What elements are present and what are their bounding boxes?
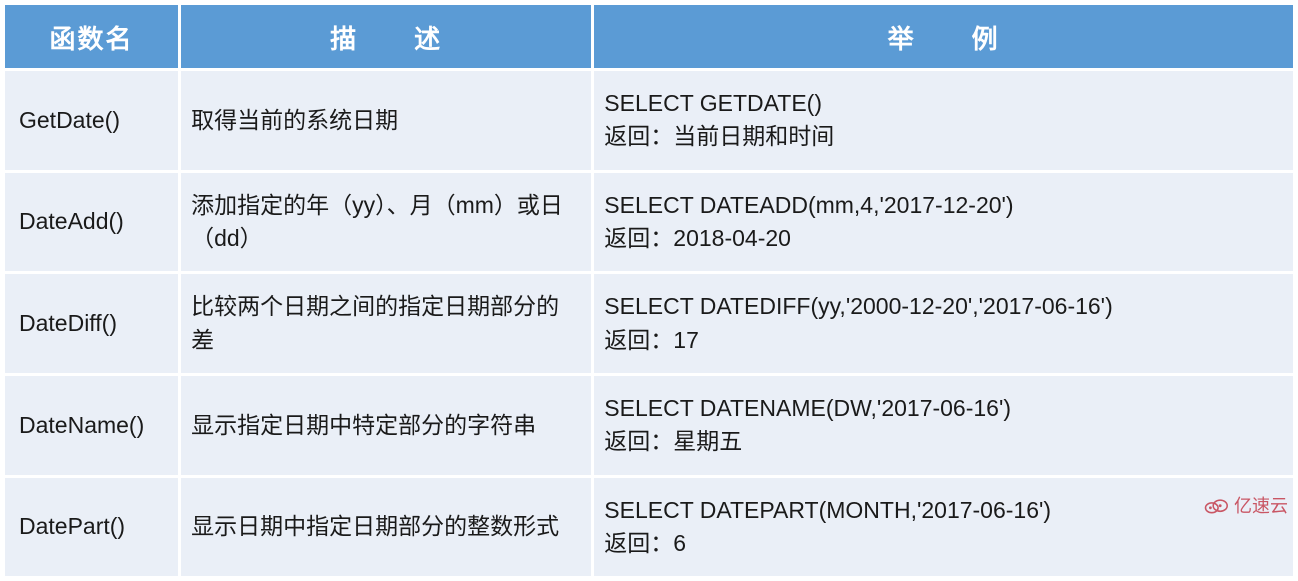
cell-example: SELECT DATEDIFF(yy,'2000-12-20','2017-06… [594,274,1293,373]
cell-fn: DateAdd() [5,173,178,272]
cell-example: SELECT GETDATE() 返回：当前日期和时间 [594,71,1293,170]
cell-desc: 取得当前的系统日期 [181,71,591,170]
table-row: DateName() 显示指定日期中特定部分的字符串 SELECT DATENA… [5,376,1293,475]
cloud-icon [1202,494,1230,516]
cell-fn: GetDate() [5,71,178,170]
table-row: DateDiff() 比较两个日期之间的指定日期部分的差 SELECT DATE… [5,274,1293,373]
cell-example: SELECT DATEADD(mm,4,'2017-12-20') 返回：201… [594,173,1293,272]
cell-example: SELECT DATENAME(DW,'2017-06-16') 返回：星期五 [594,376,1293,475]
cell-fn: DateName() [5,376,178,475]
cell-fn: DatePart() [5,478,178,577]
cell-desc: 添加指定的年（yy）、月（mm）或日（dd） [181,173,591,272]
table-row: DateAdd() 添加指定的年（yy）、月（mm）或日（dd） SELECT … [5,173,1293,272]
watermark-label: 亿速云 [1234,492,1288,518]
cell-desc: 显示日期中指定日期部分的整数形式 [181,478,591,577]
table-row: GetDate() 取得当前的系统日期 SELECT GETDATE() 返回：… [5,71,1293,170]
table-row: DatePart() 显示日期中指定日期部分的整数形式 SELECT DATEP… [5,478,1293,577]
cell-desc: 比较两个日期之间的指定日期部分的差 [181,274,591,373]
header-example: 举 例 [594,5,1293,68]
cell-fn: DateDiff() [5,274,178,373]
watermark: 亿速云 [1202,492,1288,518]
header-desc: 描 述 [181,5,591,68]
header-fn: 函数名 [5,5,178,68]
cell-example: SELECT DATEPART(MONTH,'2017-06-16') 返回：6 [594,478,1293,577]
cell-desc: 显示指定日期中特定部分的字符串 [181,376,591,475]
date-functions-table: 函数名 描 述 举 例 GetDate() 取得当前的系统日期 SELECT G… [2,2,1296,579]
table-header-row: 函数名 描 述 举 例 [5,5,1293,68]
